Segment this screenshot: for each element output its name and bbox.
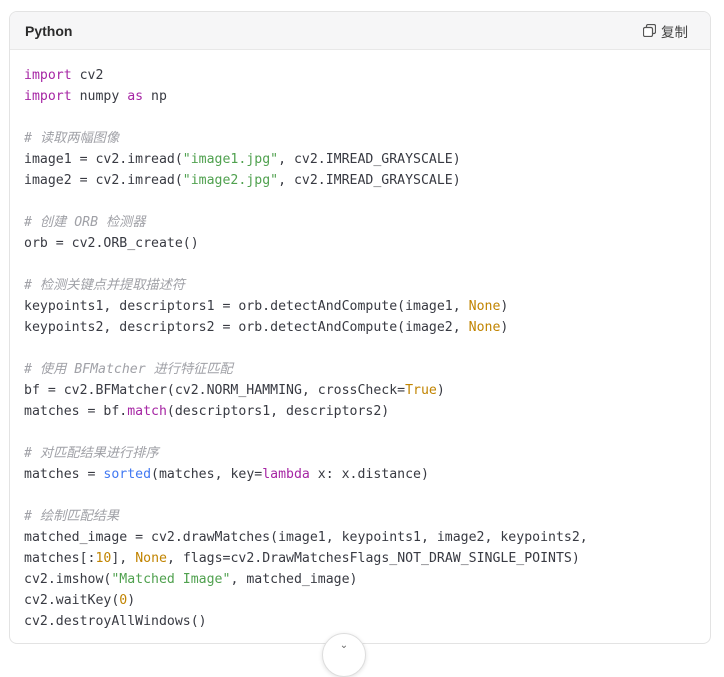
code-token: cv2.waitKey( — [24, 593, 120, 608]
code-token: None — [468, 320, 501, 335]
code-token: , cv2.IMREAD_GRAYSCALE) — [278, 152, 461, 167]
code-token: "Matched Image" — [111, 572, 231, 587]
code-line: bf = cv2.BFMatcher(cv2.NORM_HAMMING, cro… — [24, 383, 445, 398]
code-token: 10 — [95, 551, 112, 566]
copy-icon — [643, 24, 656, 37]
code-token: as — [127, 89, 144, 104]
code-token: matches = — [24, 467, 104, 482]
code-token: bf = cv2.BFMatcher(cv2.NORM_HAMMING, cro… — [24, 383, 406, 398]
code-line: image1 = cv2.imread("image1.jpg", cv2.IM… — [24, 152, 461, 167]
code-block: Python 复制 import cv2 import numpy as np … — [9, 11, 711, 644]
code-token: keypoints1, descriptors1 = orb.detectAnd… — [24, 299, 469, 314]
code-line: cv2.imshow("Matched Image", matched_imag… — [24, 572, 357, 587]
code-line: # 使用 BFMatcher 进行特征匹配 — [24, 362, 233, 377]
code-token: cv2 — [71, 68, 104, 83]
code-token: ) — [500, 320, 509, 335]
code-token: None — [468, 299, 501, 314]
code-token: image2 = cv2.imread( — [24, 173, 183, 188]
code-line: keypoints1, descriptors1 = orb.detectAnd… — [24, 299, 508, 314]
code-token: numpy — [71, 89, 128, 104]
copy-label: 复制 — [661, 24, 688, 40]
code-line: cv2.waitKey(0) — [24, 593, 135, 608]
code-token: ) — [436, 383, 445, 398]
code-text: import cv2 import numpy as np # 读取两幅图像 i… — [24, 65, 710, 632]
language-label: Python — [25, 22, 73, 39]
code-line: matches = bf.match(descriptors1, descrip… — [24, 404, 389, 419]
code-token: image1 = cv2.imread( — [24, 152, 183, 167]
code-token: ) — [127, 593, 136, 608]
code-token: import — [24, 68, 72, 83]
code-token: import — [24, 89, 72, 104]
code-token: , flags=cv2.DrawMatchesFlags_NOT_DRAW_SI… — [166, 551, 580, 566]
copy-button[interactable]: 复制 — [643, 21, 688, 41]
code-token: True — [405, 383, 437, 398]
code-token: cv2.imshow( — [24, 572, 112, 587]
code-token: None — [135, 551, 167, 566]
expand-button[interactable]: ⌄ — [322, 633, 366, 677]
code-token: ], — [111, 551, 136, 566]
code-line: matches = sorted(matches, key=lambda x: … — [24, 467, 429, 482]
code-token: sorted — [103, 467, 152, 482]
code-token: orb = cv2.ORB_create() — [24, 236, 199, 251]
code-token: # 使用 BFMatcher 进行特征匹配 — [24, 362, 233, 377]
code-line: import cv2 — [24, 68, 103, 83]
code-line: import numpy as np — [24, 89, 167, 104]
code-line: # 绘制匹配结果 — [24, 509, 119, 524]
code-token: (matches, key= — [151, 467, 263, 482]
code-token: cv2.destroyAllWindows() — [24, 614, 207, 629]
code-token: matched_image = cv2.drawMatches(image1, … — [24, 530, 588, 545]
code-token: "image1.jpg" — [182, 152, 279, 167]
code-token: matches = bf. — [24, 404, 128, 419]
code-token: x: x.distance) — [309, 467, 429, 482]
code-token: np — [143, 89, 167, 104]
code-line: # 检测关键点并提取描述符 — [24, 278, 185, 293]
code-token: ) — [500, 299, 509, 314]
code-line: # 创建 ORB 检测器 — [24, 215, 146, 230]
code-line: keypoints2, descriptors2 = orb.detectAnd… — [24, 320, 508, 335]
code-line: # 读取两幅图像 — [24, 131, 119, 146]
code-token: match — [127, 404, 167, 419]
code-token: # 对匹配结果进行排序 — [24, 446, 159, 461]
code-token: # 检测关键点并提取描述符 — [24, 278, 185, 293]
code-token: # 创建 ORB 检测器 — [24, 215, 146, 230]
chevron-down-icon: ⌄ — [339, 640, 349, 651]
code-token: lambda — [262, 467, 310, 482]
code-line: image2 = cv2.imread("image2.jpg", cv2.IM… — [24, 173, 461, 188]
code-token: # 绘制匹配结果 — [24, 509, 120, 524]
code-token: matches[: — [24, 551, 96, 566]
code-header: Python 复制 — [10, 12, 710, 50]
code-token: (descriptors1, descriptors2) — [166, 404, 390, 419]
code-token: # 读取两幅图像 — [24, 131, 120, 146]
code-body: import cv2 import numpy as np # 读取两幅图像 i… — [10, 50, 710, 632]
code-line: cv2.destroyAllWindows() — [24, 614, 207, 629]
code-line: # 对匹配结果进行排序 — [24, 446, 159, 461]
code-token: , cv2.IMREAD_GRAYSCALE) — [278, 173, 461, 188]
code-token: , matched_image) — [230, 572, 358, 587]
code-line: matches[:10], None, flags=cv2.DrawMatche… — [24, 551, 580, 566]
code-line: orb = cv2.ORB_create() — [24, 236, 199, 251]
code-line: matched_image = cv2.drawMatches(image1, … — [24, 530, 588, 545]
code-token: "image2.jpg" — [182, 173, 279, 188]
code-token: keypoints2, descriptors2 = orb.detectAnd… — [24, 320, 469, 335]
